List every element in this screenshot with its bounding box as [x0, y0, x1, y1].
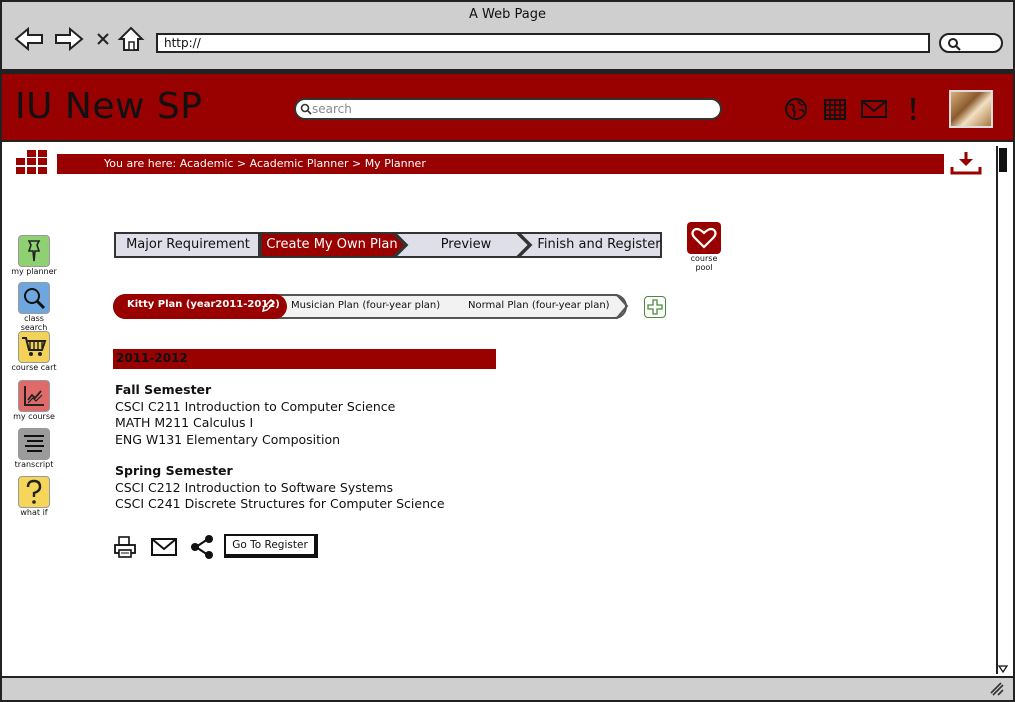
chart-icon [18, 380, 50, 412]
edit-pencil-icon[interactable] [261, 299, 275, 313]
magnifier-icon [18, 282, 50, 314]
nav-course-cart[interactable]: course cart [10, 331, 58, 372]
course-pool-label: course pool [690, 254, 718, 272]
search-input[interactable]: search [294, 98, 722, 120]
plan-tab-active[interactable]: Kitty Plan (year2011-2012) [113, 294, 287, 319]
globe-icon[interactable] [783, 96, 809, 122]
nav-class-search[interactable]: class search [10, 282, 58, 332]
mail-icon[interactable] [151, 534, 177, 560]
go-to-register-button[interactable]: Go To Register [224, 534, 318, 558]
resize-grip-icon[interactable] [989, 681, 1007, 697]
nav-label: course cart [11, 363, 57, 372]
calendar-icon[interactable] [822, 96, 848, 122]
semester-fall: Fall Semester CSCI C211 Introduction to … [115, 382, 395, 448]
browser-search-input[interactable] [939, 33, 1003, 53]
breadcrumb[interactable]: You are here: Academic > Academic Planne… [57, 154, 944, 174]
apps-grid-icon[interactable] [16, 150, 50, 174]
search-icon [300, 103, 312, 115]
nav-label: my course [13, 412, 55, 421]
pushpin-icon [18, 235, 50, 267]
close-x-icon[interactable] [88, 26, 118, 52]
course-item[interactable]: CSCI C212 Introduction to Software Syste… [115, 480, 445, 497]
plan-tabs: Kitty Plan (year2011-2012) Musician Plan… [113, 294, 629, 319]
step-create-my-own-plan[interactable]: Create My Own Plan [262, 232, 402, 257]
nav-transcript[interactable]: transcript [10, 428, 58, 469]
cart-icon [18, 331, 50, 363]
url-input[interactable]: http:// [156, 33, 930, 53]
step-major-requirement[interactable]: Major Requirement [115, 232, 261, 257]
plan-tabs-end-arrow [605, 294, 629, 319]
app-title: IU New SP [15, 86, 203, 127]
print-icon[interactable] [112, 534, 138, 560]
course-item[interactable]: ENG W131 Elementary Composition [115, 432, 395, 449]
course-item[interactable]: CSCI C211 Introduction to Computer Scien… [115, 399, 395, 416]
heart-icon [687, 222, 721, 254]
nav-my-course[interactable]: my course [10, 380, 58, 421]
nav-what-if[interactable]: what if [10, 476, 58, 517]
plan-tab-normal[interactable]: Normal Plan (four-year plan) [468, 300, 610, 311]
semester-spring: Spring Semester CSCI C212 Introduction t… [115, 463, 445, 513]
status-bar [0, 676, 1015, 702]
semester-title: Fall Semester [115, 382, 212, 397]
alert-icon[interactable] [900, 96, 926, 122]
add-plan-button[interactable] [644, 296, 666, 318]
plan-tab-label: Kitty Plan (year2011-2012) [127, 299, 280, 310]
browser-chrome: A Web Page http:// [0, 0, 1015, 72]
step-preview[interactable]: Preview [406, 232, 526, 257]
forward-arrow-icon[interactable] [54, 26, 84, 52]
plan-tab-musician[interactable]: Musician Plan (four-year plan) [291, 300, 440, 311]
share-icon[interactable] [189, 534, 215, 560]
scroll-down-icon[interactable] [998, 664, 1008, 674]
avatar[interactable] [949, 90, 993, 128]
nav-label: my planner [11, 267, 57, 276]
course-pool-button[interactable]: course pool [683, 222, 725, 272]
nav-label: transcript [14, 460, 54, 469]
mail-icon[interactable] [861, 96, 887, 122]
course-item[interactable]: MATH M211 Calculus I [115, 415, 395, 432]
course-item[interactable]: CSCI C241 Discrete Structures for Comput… [115, 496, 445, 513]
nav-label: class search [20, 314, 48, 332]
plus-icon [647, 299, 663, 315]
step-finish-and-register[interactable]: Finish and Register [532, 232, 666, 257]
lines-icon [18, 428, 50, 460]
search-placeholder: search [312, 102, 352, 116]
year-header: 2011-2012 [113, 349, 496, 369]
back-arrow-icon[interactable] [14, 26, 44, 52]
window-title: A Web Page [469, 7, 546, 22]
semester-title: Spring Semester [115, 463, 233, 478]
scrollbar[interactable] [996, 146, 1008, 674]
scroll-thumb[interactable] [999, 148, 1007, 172]
search-icon [948, 38, 961, 51]
nav-my-planner[interactable]: my planner [10, 235, 58, 276]
home-icon[interactable] [116, 26, 146, 52]
app-header: IU New SP search [0, 72, 1015, 142]
download-icon[interactable] [950, 150, 982, 176]
question-icon [18, 476, 50, 508]
nav-label: what if [20, 508, 48, 517]
